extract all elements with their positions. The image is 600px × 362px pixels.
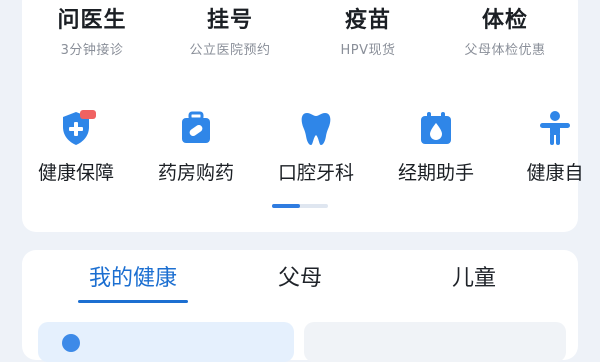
tab-parents[interactable]: 父母 [240,262,360,296]
service-subtitle: 父母体检优惠 [464,43,546,58]
page-indicator [272,204,328,208]
quick-entry-row: 健康保障 药房购药 口腔牙科 经期助手 健康自 [0,108,600,198]
shield-plus-icon [56,108,96,148]
quick-entry-dental[interactable]: 口腔牙科 [261,108,371,186]
health-panel-right[interactable] [304,322,566,362]
service-title: 疫苗 [344,8,391,33]
quick-entry-insurance[interactable]: 健康保障 [21,108,131,186]
quick-entry-pharmacy[interactable]: 药房购药 [141,108,251,186]
service-subtitle: 3分钟接诊 [60,43,124,58]
service-checkup[interactable]: 体检 父母体检优惠 [435,6,575,60]
person-icon [535,108,575,148]
quick-entry-label: 经期助手 [397,162,474,184]
service-vaccine[interactable]: 疫苗 HPV现货 [298,6,438,60]
active-tab-underline [78,300,188,303]
info-icon [62,334,80,352]
quick-entry-label: 药房购药 [157,162,234,184]
page-indicator-thumb [272,204,300,208]
service-subtitle: 公立医院预约 [189,43,271,58]
service-ask-doctor[interactable]: 问医生 3分钟接诊 [22,6,162,60]
calendar-drop-icon [416,108,456,148]
tooth-icon [296,108,336,148]
service-row: 问医生 3分钟接诊 挂号 公立医院预约 疫苗 HPV现货 体检 父母体检优惠 [0,0,600,80]
quick-entry-self-check[interactable]: 健康自 [500,108,600,186]
medicine-kit-icon [176,108,216,148]
service-title: 体检 [481,8,528,33]
service-registration[interactable]: 挂号 公立医院预约 [160,6,300,60]
service-title: 问医生 [57,8,127,33]
quick-entry-label: 健康保障 [37,162,114,184]
quick-entry-label: 健康自 [526,162,584,184]
quick-entry-label: 口腔牙科 [277,162,354,184]
tab-my-health[interactable]: 我的健康 [73,262,193,296]
service-subtitle: HPV现货 [340,43,396,58]
health-panel-left[interactable] [38,322,294,362]
service-title: 挂号 [206,8,253,33]
quick-entry-period[interactable]: 经期助手 [381,108,491,186]
tab-children[interactable]: 儿童 [414,262,534,296]
